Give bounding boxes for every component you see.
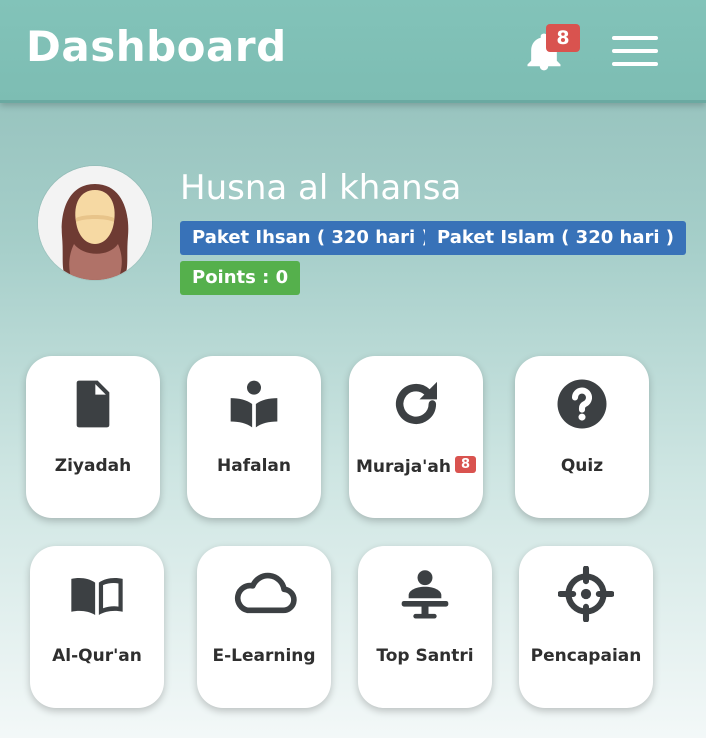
tile-label: Top Santri xyxy=(376,646,474,666)
menu-tile-top-santri[interactable]: Top Santri xyxy=(358,546,492,708)
murajaah-count-badge: 8 xyxy=(454,456,476,473)
tile-label: Muraja'ah 8 xyxy=(349,456,483,477)
refresh-icon xyxy=(349,374,483,434)
menu-tile-elearning[interactable]: E-Learning xyxy=(197,546,331,708)
hijab-avatar-icon xyxy=(38,166,152,280)
page-title: Dashboard xyxy=(26,22,287,71)
package-badge-islam: Paket Islam ( 320 hari ) xyxy=(425,221,687,255)
app-header: Dashboard 8 xyxy=(0,0,706,103)
user-name: Husna al khansa xyxy=(180,168,462,208)
hamburger-menu-icon[interactable] xyxy=(612,36,658,66)
menu-tile-quiz[interactable]: Quiz xyxy=(515,356,649,518)
menu-tile-murajaah[interactable]: Muraja'ah 8 xyxy=(349,356,483,518)
book-reader-icon xyxy=(187,374,321,434)
menu-tile-alquran[interactable]: Al-Qur'an xyxy=(30,546,164,708)
file-icon xyxy=(26,374,160,434)
tile-label-text: Muraja'ah xyxy=(356,457,451,477)
notification-badge: 8 xyxy=(546,24,580,52)
open-book-icon xyxy=(30,564,164,624)
menu-tile-hafalan[interactable]: Hafalan xyxy=(187,356,321,518)
tile-label: Quiz xyxy=(560,456,604,476)
package-badge-ihsan: Paket Ihsan ( 320 hari ) xyxy=(180,221,442,255)
question-circle-icon xyxy=(515,374,649,434)
podium-person-icon xyxy=(358,564,492,624)
tile-label: E-Learning xyxy=(212,646,316,666)
menu-tile-pencapaian[interactable]: Pencapaian xyxy=(519,546,653,708)
tile-label: Ziyadah xyxy=(54,456,132,476)
tile-label: Al-Qur'an xyxy=(52,646,142,666)
avatar[interactable] xyxy=(38,166,152,280)
menu-tile-ziyadah[interactable]: Ziyadah xyxy=(26,356,160,518)
tile-label: Hafalan xyxy=(217,456,291,476)
crosshairs-icon xyxy=(519,564,653,624)
cloud-icon xyxy=(197,564,331,624)
points-badge: Points : 0 xyxy=(180,261,301,295)
tile-label: Pencapaian xyxy=(530,646,642,666)
